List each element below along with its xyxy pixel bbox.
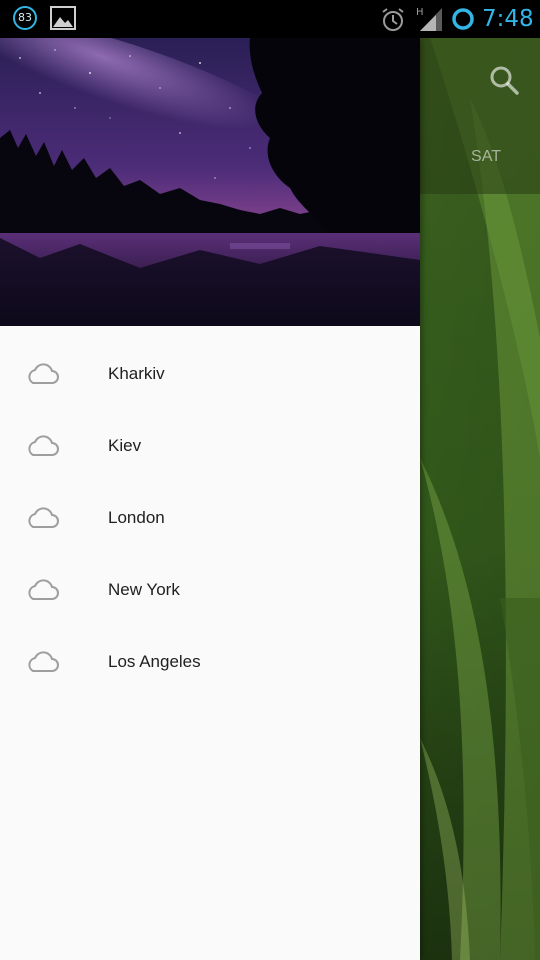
status-time: 7:48 — [482, 6, 534, 32]
svg-text:H: H — [416, 7, 424, 18]
list-item[interactable]: Kiev — [0, 410, 420, 482]
night-sky-lake-image — [0, 38, 420, 326]
cloud-icon — [28, 435, 59, 456]
city-label: Los Angeles — [108, 652, 201, 671]
signal-icon: H — [416, 7, 442, 31]
city-label: Kiev — [108, 436, 142, 455]
list-item[interactable]: New York — [0, 554, 420, 626]
list-item[interactable]: London — [0, 482, 420, 554]
city-label: London — [108, 508, 165, 527]
image-icon — [50, 6, 76, 30]
screen: 83 H 7:48 SAT Kharkiv Kiev London New Yo… — [0, 0, 540, 960]
list-item[interactable]: Kharkiv — [0, 338, 420, 410]
city-list: Kharkiv Kiev London New York Los Angeles — [0, 338, 420, 698]
search-icon[interactable] — [488, 64, 520, 96]
cloud-icon — [28, 507, 59, 528]
navigation-drawer: Kharkiv Kiev London New York Los Angeles — [0, 38, 420, 960]
tab-sat[interactable]: SAT — [458, 148, 514, 166]
drawer-header-image — [0, 38, 420, 326]
sync-icon — [452, 8, 474, 30]
cloud-icon — [28, 363, 59, 384]
cloud-icon — [28, 579, 59, 600]
notification-badge-icon: 83 — [13, 6, 37, 30]
status-bar: 83 H 7:48 — [0, 0, 540, 38]
cloud-icon — [28, 651, 59, 672]
alarm-icon — [382, 8, 404, 31]
city-label: Kharkiv — [108, 364, 165, 383]
list-item[interactable]: Los Angeles — [0, 626, 420, 698]
city-label: New York — [108, 580, 180, 599]
